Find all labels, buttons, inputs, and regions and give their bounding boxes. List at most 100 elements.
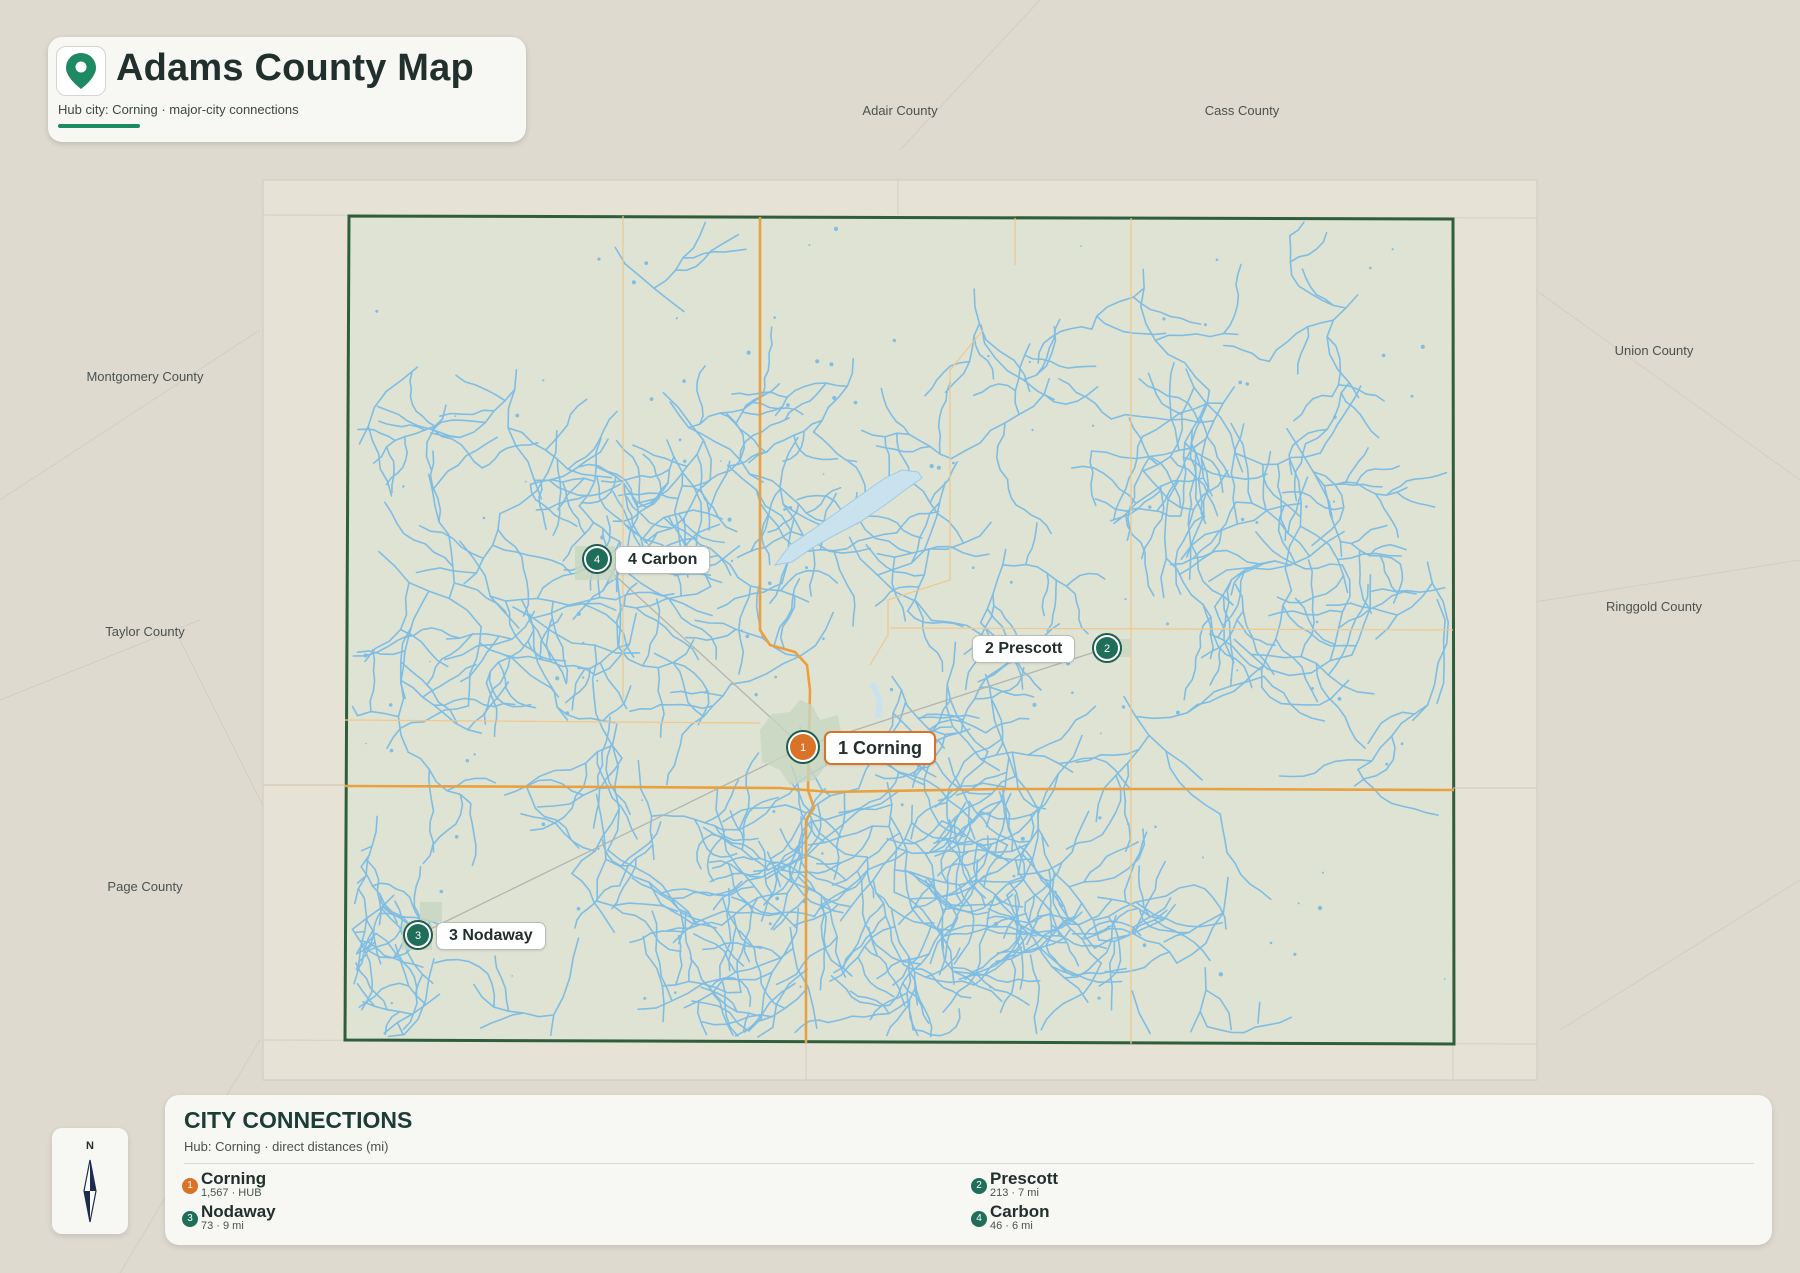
city-marker-nodaway[interactable]: 3 bbox=[403, 920, 433, 950]
pond bbox=[1298, 600, 1301, 602]
city-marker-carbon[interactable]: 4 bbox=[582, 544, 612, 574]
pond bbox=[388, 703, 393, 707]
pond bbox=[1240, 517, 1245, 522]
pond bbox=[1071, 691, 1074, 694]
pond bbox=[1400, 742, 1404, 746]
pond bbox=[1142, 943, 1147, 947]
pond bbox=[1028, 360, 1031, 363]
legend-item-prescott[interactable]: 2 Prescott 213 · 7 mi bbox=[971, 1169, 1571, 1206]
pond bbox=[768, 922, 772, 926]
pond bbox=[788, 506, 793, 510]
pond bbox=[989, 985, 992, 989]
pond bbox=[581, 641, 585, 645]
marker-rank: 1 bbox=[800, 742, 806, 754]
compass-north-label: N bbox=[86, 1140, 94, 1152]
pond bbox=[597, 257, 601, 261]
compass: N bbox=[52, 1128, 128, 1234]
pond bbox=[1218, 972, 1224, 977]
pond bbox=[515, 413, 520, 418]
city-label-nodaway[interactable]: 3 Nodaway bbox=[436, 922, 546, 950]
pond bbox=[600, 535, 605, 540]
marker-rank: 4 bbox=[594, 554, 600, 566]
pond bbox=[829, 362, 834, 367]
pond bbox=[786, 403, 790, 407]
neighbor-label-ringgold: Ringgold County bbox=[1605, 599, 1703, 614]
pond bbox=[1315, 620, 1319, 624]
pond bbox=[853, 400, 858, 405]
legend-city-detail: 46 · 6 mi bbox=[990, 1220, 1033, 1232]
city-marker-prescott[interactable]: 2 bbox=[1092, 633, 1122, 663]
legend-city-detail: 213 · 7 mi bbox=[990, 1187, 1039, 1199]
pond bbox=[1012, 874, 1016, 878]
legend-item-carbon[interactable]: 4 Carbon 46 · 6 mi bbox=[971, 1202, 1571, 1239]
pond bbox=[746, 350, 751, 355]
legend-city-name: Nodaway bbox=[201, 1202, 276, 1221]
city-marker-corning[interactable]: 1 bbox=[786, 730, 820, 764]
pond bbox=[719, 460, 722, 463]
neighbor-label-montgomery: Montgomery County bbox=[86, 369, 204, 384]
pond bbox=[754, 693, 758, 697]
pond bbox=[1154, 825, 1157, 829]
pond bbox=[809, 550, 811, 552]
pond bbox=[1148, 505, 1152, 509]
city-label-carbon[interactable]: 4 Carbon bbox=[615, 546, 711, 574]
pond bbox=[1121, 705, 1126, 709]
pond bbox=[576, 611, 581, 616]
pond bbox=[581, 676, 585, 679]
pond bbox=[542, 379, 545, 382]
pond bbox=[643, 996, 647, 1000]
pond bbox=[1203, 323, 1207, 327]
pond bbox=[682, 379, 686, 383]
pond bbox=[1215, 258, 1219, 262]
pond bbox=[892, 338, 896, 343]
legend-divider bbox=[184, 1163, 1754, 1164]
pond bbox=[1127, 822, 1130, 826]
pond bbox=[1097, 996, 1101, 1000]
pond bbox=[1381, 353, 1386, 358]
city-label-corning[interactable]: 1 Corning bbox=[824, 731, 936, 765]
pond bbox=[1020, 836, 1025, 841]
pond bbox=[1391, 248, 1394, 251]
pond bbox=[936, 465, 941, 470]
pond bbox=[1098, 816, 1102, 820]
pond bbox=[832, 395, 837, 400]
pond bbox=[1297, 902, 1300, 905]
pond bbox=[730, 559, 734, 563]
pond bbox=[363, 653, 368, 658]
pond bbox=[1420, 344, 1425, 349]
title-card: Adams County Map Hub city: Corning · maj… bbox=[48, 37, 526, 142]
pond bbox=[465, 759, 469, 763]
pond bbox=[833, 226, 839, 231]
pond bbox=[454, 835, 459, 839]
pond bbox=[482, 516, 486, 520]
pond bbox=[1080, 245, 1082, 247]
pond bbox=[429, 660, 431, 663]
legend-item-corning[interactable]: 1 Corning 1,567 · HUB bbox=[182, 1169, 782, 1206]
pond bbox=[1099, 732, 1102, 735]
pond bbox=[641, 799, 644, 802]
pond bbox=[799, 985, 802, 988]
pond bbox=[1009, 580, 1013, 584]
neighbor-label-adair: Adair County bbox=[862, 103, 938, 118]
legend-subtitle: Hub: Corning · direct distances (mi) bbox=[184, 1139, 389, 1154]
pond bbox=[631, 280, 637, 285]
pond bbox=[1032, 702, 1037, 707]
pond bbox=[674, 573, 677, 577]
pond bbox=[783, 508, 786, 511]
city-marker-icon: 4 bbox=[971, 1211, 987, 1227]
pond bbox=[1230, 679, 1233, 682]
pond bbox=[1107, 925, 1109, 928]
pond bbox=[1202, 856, 1204, 859]
pond bbox=[649, 397, 654, 401]
legend-item-nodaway[interactable]: 3 Nodaway 73 · 9 mi bbox=[182, 1202, 782, 1239]
pond bbox=[775, 896, 780, 901]
city-label-prescott[interactable]: 2 Prescott bbox=[972, 635, 1076, 663]
neighbor-label-page: Page County bbox=[107, 879, 183, 894]
pond bbox=[768, 581, 772, 585]
pond bbox=[1333, 415, 1337, 419]
legend-city-detail: 73 · 9 mi bbox=[201, 1220, 244, 1232]
pond bbox=[1245, 382, 1250, 386]
pond bbox=[1238, 380, 1242, 385]
pond bbox=[1162, 317, 1166, 321]
pond bbox=[365, 742, 367, 745]
